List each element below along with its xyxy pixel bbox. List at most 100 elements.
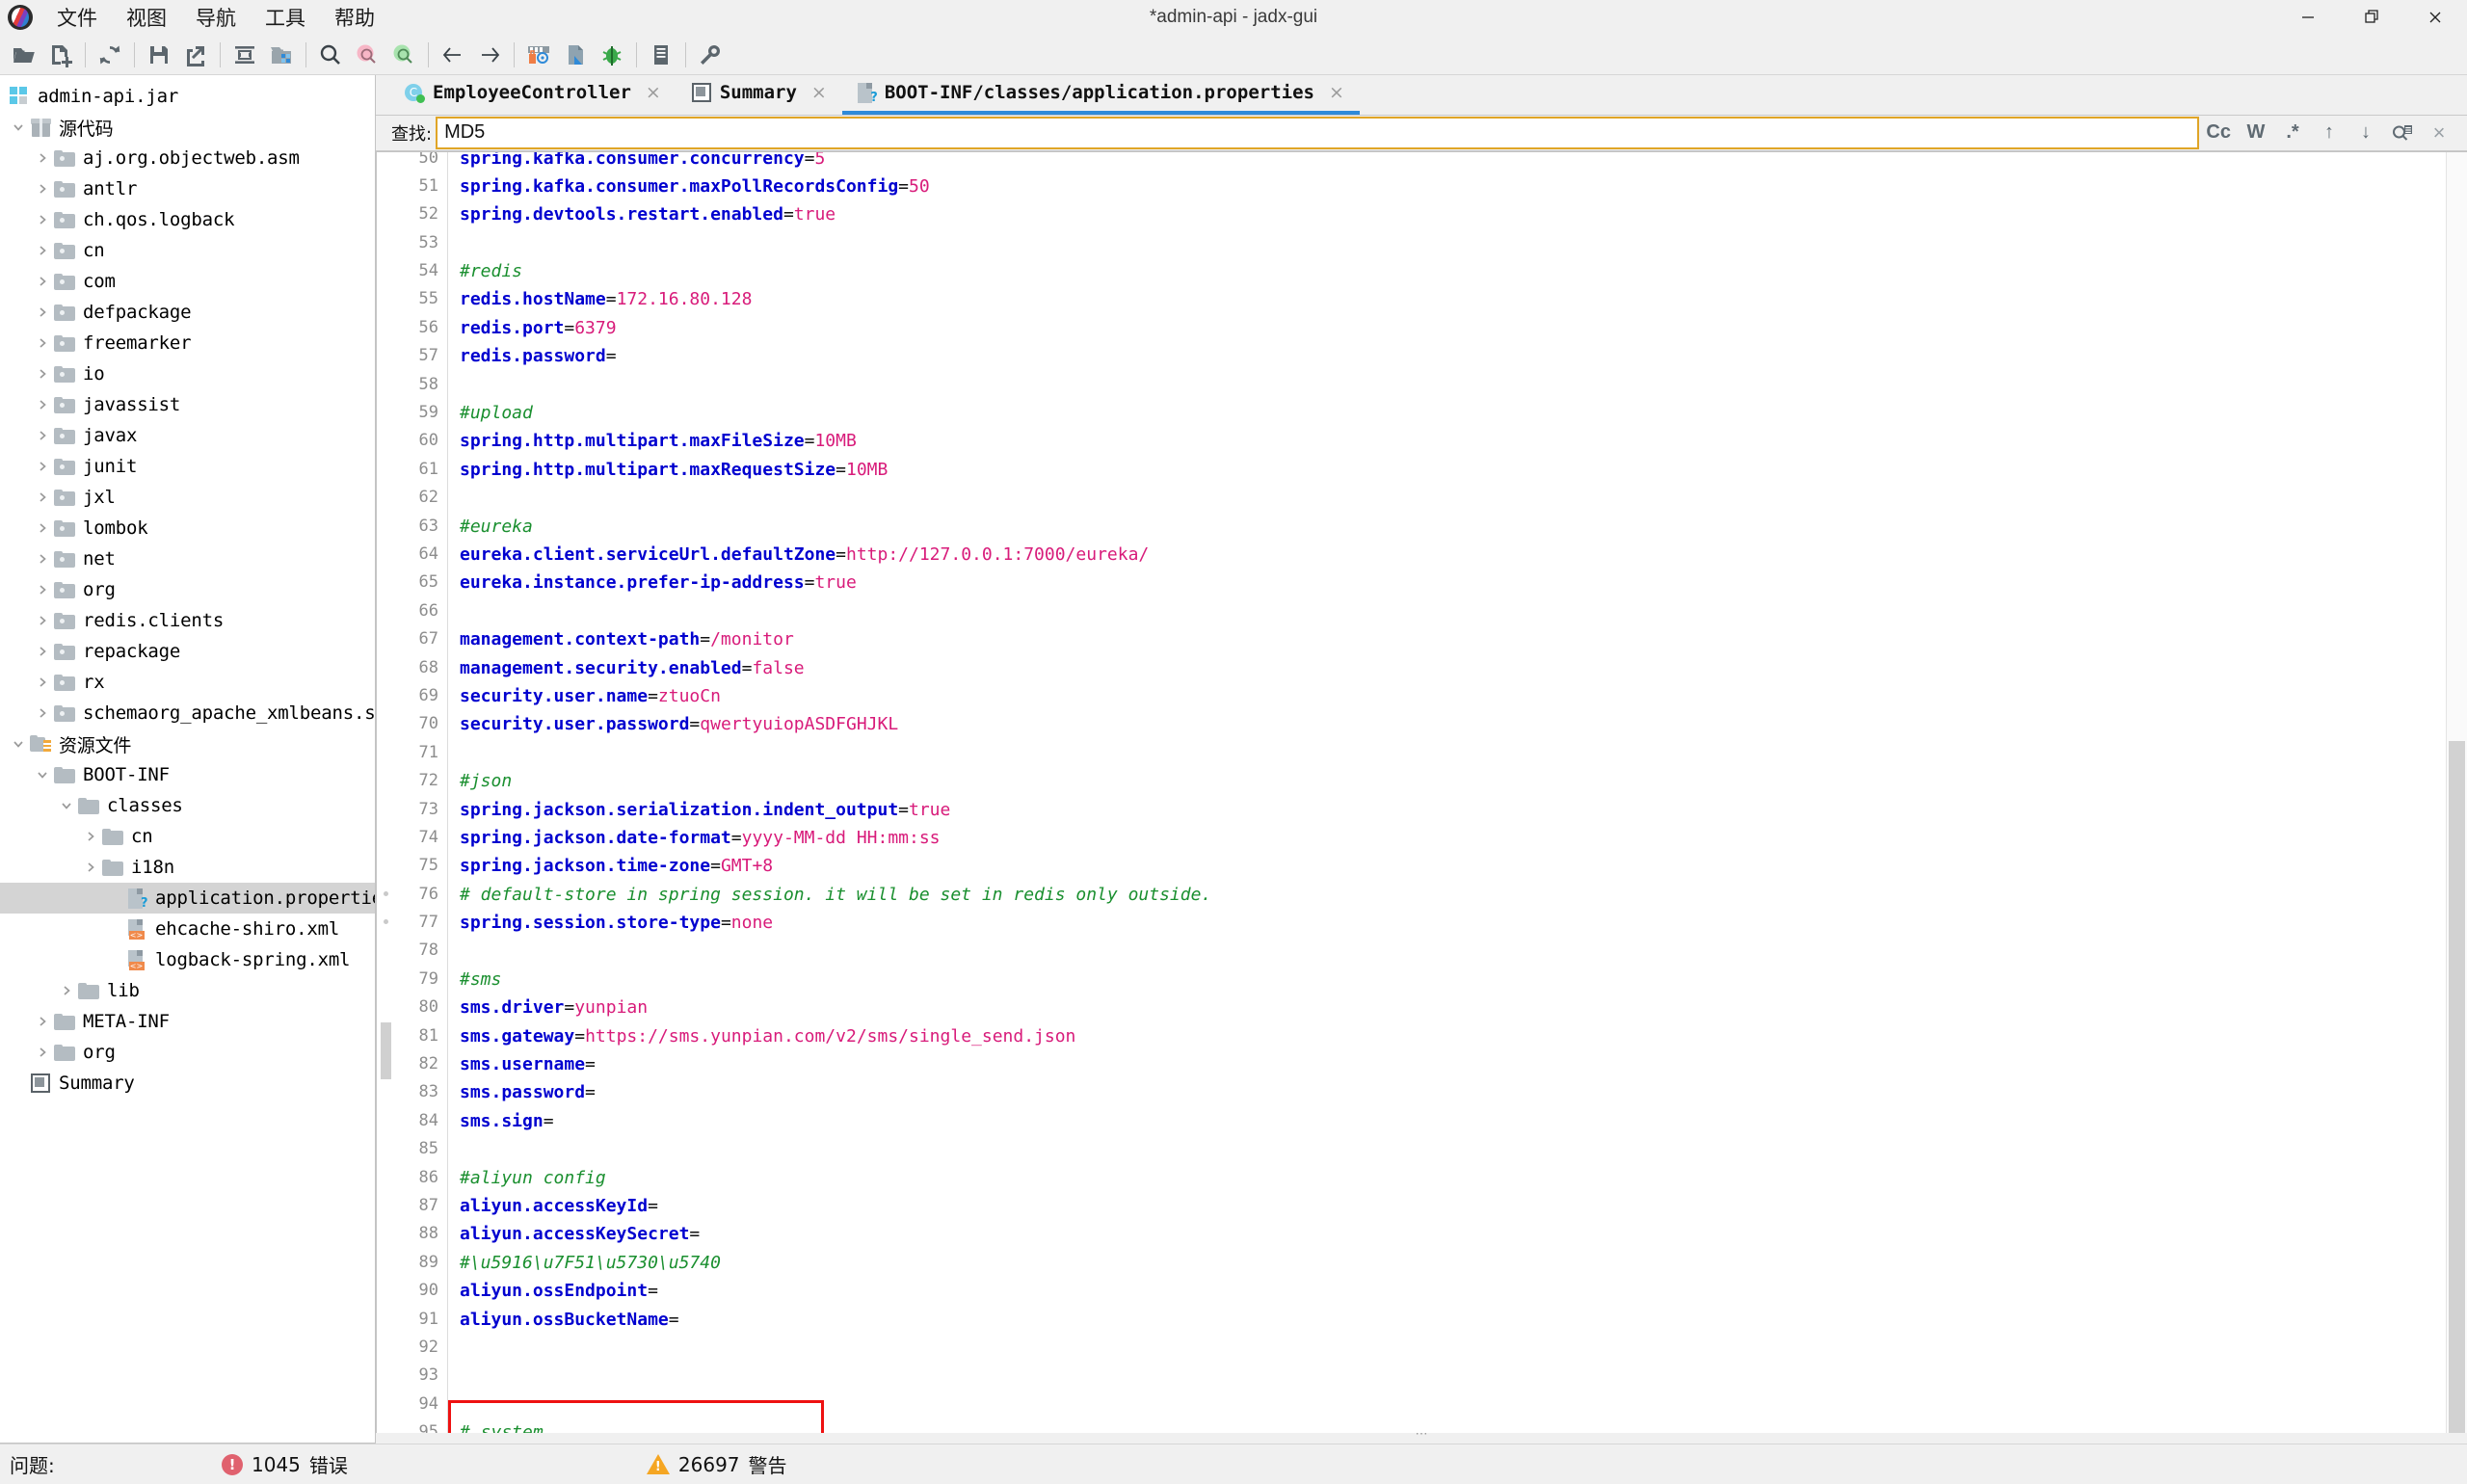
expand-toggle[interactable] [32, 182, 53, 196]
tree-node-20[interactable]: 资源文件 [0, 729, 375, 759]
tree-node-10[interactable]: javax [0, 420, 375, 451]
editor-tab-2[interactable]: ? BOOT-INF/classes/application.properties… [841, 75, 1360, 115]
tree-node-13[interactable]: lombok [0, 513, 375, 543]
expand-toggle[interactable] [56, 984, 77, 997]
search-class-icon[interactable] [349, 38, 385, 72]
tree-node-26[interactable]: <> ehcache-shiro.xml [0, 914, 375, 944]
editor-tab-close-button[interactable]: × [1329, 82, 1344, 103]
expand-toggle[interactable] [32, 305, 53, 319]
tree-node-11[interactable]: junit [0, 451, 375, 482]
tree-node-2[interactable]: antlr [0, 173, 375, 204]
tree-node-30[interactable]: org [0, 1037, 375, 1068]
expand-toggle[interactable] [32, 706, 53, 720]
tree-node-16[interactable]: redis.clients [0, 605, 375, 636]
tree-node-29[interactable]: META-INF [0, 1006, 375, 1037]
add-file-icon[interactable] [42, 38, 79, 72]
tree-node-4[interactable]: cn [0, 235, 375, 266]
tree-node-25[interactable]: ? application.properties [0, 883, 375, 914]
tree-node-5[interactable]: com [0, 266, 375, 297]
whole-word-button[interactable]: W [2238, 117, 2274, 149]
project-tree-pane[interactable]: admin-api.jar 源代码 aj.org.objectweb.asm antl… [0, 75, 376, 1444]
scrollbar-thumb[interactable] [2449, 741, 2465, 1433]
expand-toggle[interactable] [32, 367, 53, 381]
menu-help[interactable]: 帮助 [320, 0, 389, 36]
expand-toggle[interactable] [32, 521, 53, 535]
resize-grip[interactable]: ⋯ [1416, 1426, 1428, 1442]
error-count-item[interactable]: ! 1045 错误 [222, 1450, 348, 1478]
tree-node-27[interactable]: <> logback-spring.xml [0, 944, 375, 975]
export-icon[interactable] [177, 38, 214, 72]
tree-node-6[interactable]: defpackage [0, 297, 375, 328]
expand-toggle[interactable] [32, 244, 53, 257]
expand-toggle[interactable] [32, 336, 53, 350]
expand-toggle[interactable] [32, 151, 53, 165]
find-all-button[interactable] [2384, 117, 2421, 149]
expand-toggle[interactable] [32, 1015, 53, 1028]
expand-toggle[interactable] [8, 737, 29, 751]
expand-toggle[interactable] [32, 275, 53, 288]
expand-toggle[interactable] [32, 460, 53, 473]
tree-node-19[interactable]: schemaorg_apache_xmlbeans.system [0, 698, 375, 729]
close-button[interactable] [2403, 0, 2467, 35]
code-vertical-scrollbar[interactable] [2446, 151, 2467, 1433]
editor-tab-1[interactable]: Summary × [676, 75, 842, 115]
tree-node-24[interactable]: i18n [0, 852, 375, 883]
menu-view[interactable]: 视图 [112, 0, 181, 36]
decompile-icon[interactable] [557, 38, 594, 72]
code-content[interactable]: spring.kafka.consumer.concurrency=5 sprin… [448, 152, 2446, 1433]
find-bar[interactable]: 查找: Cc W .* ↑ ↓ × [376, 115, 2467, 151]
tree-node-28[interactable]: lib [0, 975, 375, 1006]
expand-toggle[interactable] [80, 830, 101, 843]
maximize-button[interactable] [2340, 0, 2403, 35]
sync-scroll-icon[interactable] [226, 38, 263, 72]
tree-node-7[interactable]: freemarker [0, 328, 375, 358]
match-case-button[interactable]: Cc [2199, 117, 2238, 149]
editor-tab-close-button[interactable]: × [811, 82, 827, 103]
tree-node-21[interactable]: BOOT-INF [0, 759, 375, 790]
code-viewer[interactable]: 50 51 52 53 54 55 56 57 58 59 60 61 62 63 64 65 66 67 68 69… [376, 150, 2467, 1433]
menu-tools[interactable]: 工具 [251, 0, 320, 36]
arrow-back-icon[interactable] [435, 38, 471, 72]
tree-node-18[interactable]: rx [0, 667, 375, 698]
expand-toggle[interactable] [32, 614, 53, 627]
expand-toggle[interactable] [80, 861, 101, 874]
expand-toggle[interactable] [32, 583, 53, 596]
tree-node-3[interactable]: ch.qos.logback [0, 204, 375, 235]
debug-icon[interactable] [594, 38, 630, 72]
expand-toggle[interactable] [56, 799, 77, 812]
save-icon[interactable] [141, 38, 177, 72]
find-next-button[interactable]: ↓ [2348, 117, 2384, 149]
expand-toggle[interactable] [32, 552, 53, 566]
preferences-icon[interactable] [692, 38, 729, 72]
editor-tab-strip[interactable]: C EmployeeController × Summary ×? BOOT-INF/cl… [376, 75, 2467, 116]
editor-tab-close-button[interactable]: × [646, 82, 661, 103]
tree-node-23[interactable]: cn [0, 821, 375, 852]
tree-node-8[interactable]: io [0, 358, 375, 389]
expand-toggle[interactable] [32, 490, 53, 504]
tree-node-0[interactable]: 源代码 [0, 112, 375, 143]
tree-node-31[interactable]: Summary [0, 1068, 375, 1099]
expand-toggle[interactable] [8, 120, 29, 134]
close-find-button[interactable]: × [2421, 117, 2457, 149]
regex-button[interactable]: .* [2274, 117, 2311, 149]
warning-count-item[interactable]: 26697 警告 [646, 1450, 787, 1478]
tree-node-17[interactable]: repackage [0, 636, 375, 667]
tree-node-root[interactable]: admin-api.jar [0, 81, 375, 112]
menu-navigation[interactable]: 导航 [181, 0, 251, 36]
tree-node-14[interactable]: net [0, 543, 375, 574]
search-resource-icon[interactable] [385, 38, 422, 72]
tree-node-1[interactable]: aj.org.objectweb.asm [0, 143, 375, 173]
expand-toggle[interactable] [32, 398, 53, 411]
expand-toggle[interactable] [32, 213, 53, 226]
open-folder-icon[interactable] [6, 38, 42, 72]
expand-toggle[interactable] [32, 676, 53, 689]
log-icon[interactable] [643, 38, 679, 72]
tree-node-12[interactable]: jxl [0, 482, 375, 513]
project-tree[interactable]: admin-api.jar 源代码 aj.org.objectweb.asm antl… [0, 75, 375, 1099]
flat-packages-icon[interactable] [263, 38, 300, 72]
find-input[interactable] [436, 116, 2200, 149]
expand-toggle[interactable] [32, 645, 53, 658]
menu-file[interactable]: 文件 [42, 0, 112, 36]
code-horizontal-scrollbar[interactable]: ⋯ [376, 1426, 2467, 1444]
editor-tab-0[interactable]: C EmployeeController × [389, 75, 676, 115]
